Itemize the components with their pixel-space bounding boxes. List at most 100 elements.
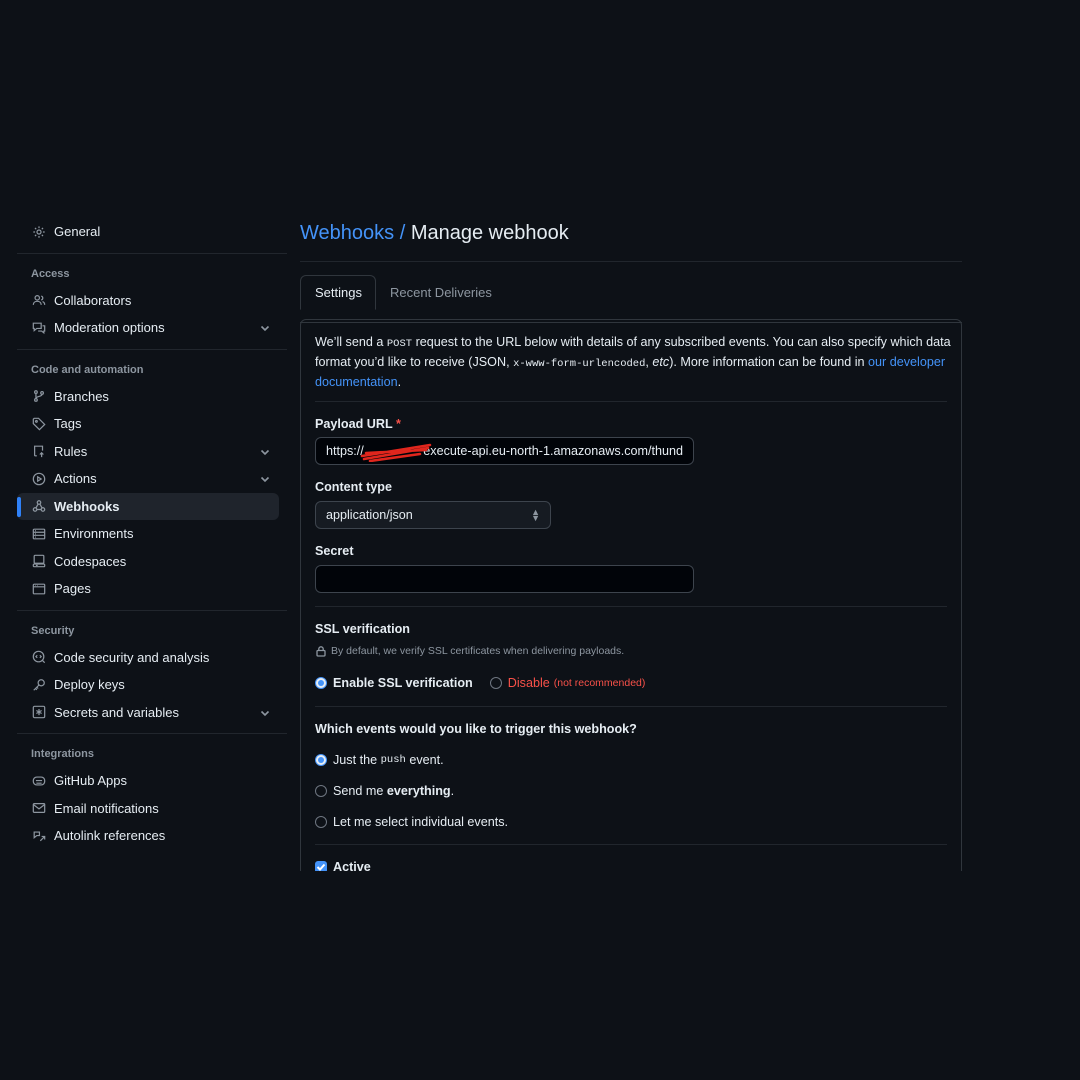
- people-icon: [31, 292, 47, 308]
- tab-recent-deliveries[interactable]: Recent Deliveries: [376, 275, 506, 310]
- breadcrumb-webhooks-link[interactable]: Webhooks /: [300, 222, 405, 244]
- sidebar-item-label: Actions: [54, 471, 97, 487]
- cross-reference-icon: [31, 828, 47, 844]
- divider: [315, 706, 947, 707]
- sidebar-item-email-notifications[interactable]: Email notifications: [17, 795, 279, 823]
- sidebar-item-actions[interactable]: Actions: [17, 465, 279, 493]
- divider: [17, 252, 287, 254]
- ssl-enable-radio[interactable]: [315, 677, 327, 689]
- payload-url-value: execute-api.eu-north-1.amazonaws.com/thu…: [423, 444, 683, 458]
- event-push-code: push: [380, 754, 406, 766]
- gear-icon: [31, 224, 47, 240]
- ssl-hint-text: By default, we verify SSL certificates w…: [331, 645, 625, 657]
- event-push-radio[interactable]: [315, 754, 327, 766]
- ssl-enable-label[interactable]: Enable SSL verification: [333, 676, 473, 690]
- event-option-push[interactable]: Just the push event.: [315, 753, 444, 767]
- divider: [17, 733, 287, 734]
- payload-url-input[interactable]: https:// execute-api.eu-north-1.amazonaws…: [315, 437, 694, 465]
- required-marker: *: [395, 417, 401, 431]
- settings-sidebar: General Access Collaborators Moderation …: [17, 218, 287, 850]
- event-option-everything[interactable]: Send me everything.: [315, 784, 454, 798]
- browser-icon: [31, 581, 47, 597]
- ssl-disable-radio[interactable]: [489, 677, 502, 689]
- divider: [315, 844, 947, 845]
- divider: [17, 348, 287, 350]
- codespaces-icon: [31, 553, 47, 569]
- main-content: Webhooks / Manage webhook Settings Recen…: [300, 205, 962, 871]
- event-everything-strong: everything: [386, 784, 451, 798]
- sidebar-heading-access: Access: [31, 267, 70, 280]
- event-select-text: Let me select individual events.: [333, 815, 509, 829]
- sidebar-item-label: General: [54, 224, 101, 240]
- secret-input[interactable]: [315, 565, 694, 593]
- lock-icon: [316, 646, 326, 657]
- ssl-disable-label[interactable]: Disable: [508, 676, 550, 690]
- sidebar-item-label: Pages: [54, 581, 91, 597]
- sidebar-item-deploy-keys[interactable]: Deploy keys: [17, 671, 279, 699]
- check-icon: [316, 863, 326, 871]
- intro-text-part: ). More information can be found in: [669, 355, 869, 370]
- hubot-icon: [31, 773, 47, 789]
- sidebar-item-label: Collaborators: [54, 292, 132, 308]
- event-everything-text: .: [450, 784, 455, 798]
- sidebar-item-autolink-references[interactable]: Autolink references: [17, 822, 279, 850]
- page-title-text: Manage webhook: [410, 222, 569, 244]
- intro-text-part: We’ll send a: [315, 335, 387, 349]
- divider: [315, 401, 947, 402]
- sidebar-item-label: Secrets and variables: [54, 704, 180, 720]
- active-option[interactable]: Active: [315, 860, 371, 871]
- sidebar-item-label: Deploy keys: [54, 677, 125, 693]
- sidebar-item-code-security[interactable]: Code security and analysis: [17, 644, 279, 672]
- active-checkbox[interactable]: [315, 861, 327, 871]
- sidebar-item-moderation-options[interactable]: Moderation options: [17, 314, 279, 342]
- sidebar-item-collaborators[interactable]: Collaborators: [17, 287, 279, 315]
- sidebar-heading-code-automation: Code and automation: [31, 363, 144, 376]
- sidebar-item-pages[interactable]: Pages: [17, 575, 279, 603]
- sidebar-item-secrets-variables[interactable]: Secrets and variables: [17, 699, 279, 727]
- sidebar-item-label: Code security and analysis: [54, 649, 210, 665]
- ssl-disable-note: (not recommended): [553, 677, 646, 689]
- chevron-down-icon: [259, 707, 271, 719]
- sidebar-item-label: Rules: [54, 443, 88, 459]
- key-asterisk-icon: [31, 704, 47, 720]
- event-everything-radio[interactable]: [315, 785, 327, 797]
- sidebar-item-label: Autolink references: [54, 828, 166, 844]
- event-select-radio[interactable]: [315, 816, 327, 828]
- tab-bar: Settings Recent Deliveries: [300, 275, 962, 323]
- repo-push-icon: [31, 443, 47, 459]
- event-option-select[interactable]: Let me select individual events.: [315, 815, 508, 829]
- play-icon: [31, 471, 47, 487]
- intro-code-post: POST: [386, 338, 413, 350]
- sidebar-item-github-apps[interactable]: GitHub Apps: [17, 767, 279, 795]
- sidebar-item-tags[interactable]: Tags: [17, 410, 279, 438]
- sidebar-item-general[interactable]: General: [17, 218, 279, 246]
- tab-settings[interactable]: Settings: [300, 275, 376, 310]
- sidebar-item-label: Codespaces: [54, 553, 127, 569]
- event-push-text: Just the: [333, 753, 378, 767]
- sidebar-item-webhooks[interactable]: Webhooks: [17, 492, 279, 520]
- content-type-select[interactable]: application/json ▲ ▼: [315, 501, 551, 529]
- payload-url-prefix: https://: [326, 444, 364, 458]
- sidebar-item-label: Branches: [54, 388, 109, 404]
- active-label: Active: [333, 860, 371, 871]
- sidebar-heading-security: Security: [31, 624, 75, 637]
- divider: [315, 606, 947, 607]
- secret-label: Secret: [315, 544, 354, 558]
- divider: [17, 609, 287, 611]
- server-icon: [31, 526, 47, 542]
- key-icon: [31, 677, 47, 693]
- sidebar-item-branches[interactable]: Branches: [17, 383, 279, 411]
- comment-discussion-icon: [31, 320, 47, 336]
- intro-text-etc: etc: [652, 355, 670, 370]
- page-title: Webhooks / Manage webhook: [300, 205, 962, 262]
- select-arrows-icon: ▲ ▼: [531, 507, 540, 523]
- sidebar-item-environments[interactable]: Environments: [17, 520, 279, 548]
- sidebar-heading-integrations: Integrations: [31, 748, 94, 760]
- webhook-form: We’ll send a POST request to the URL bel…: [300, 319, 962, 871]
- ssl-hint: By default, we verify SSL certificates w…: [315, 645, 624, 657]
- sidebar-item-codespaces[interactable]: Codespaces: [17, 548, 279, 576]
- settings-frame: General Access Collaborators Moderation …: [0, 205, 1080, 871]
- sidebar-item-label: Moderation options: [54, 320, 165, 336]
- sidebar-item-rules[interactable]: Rules: [17, 438, 279, 466]
- chevron-down-icon: [259, 322, 271, 334]
